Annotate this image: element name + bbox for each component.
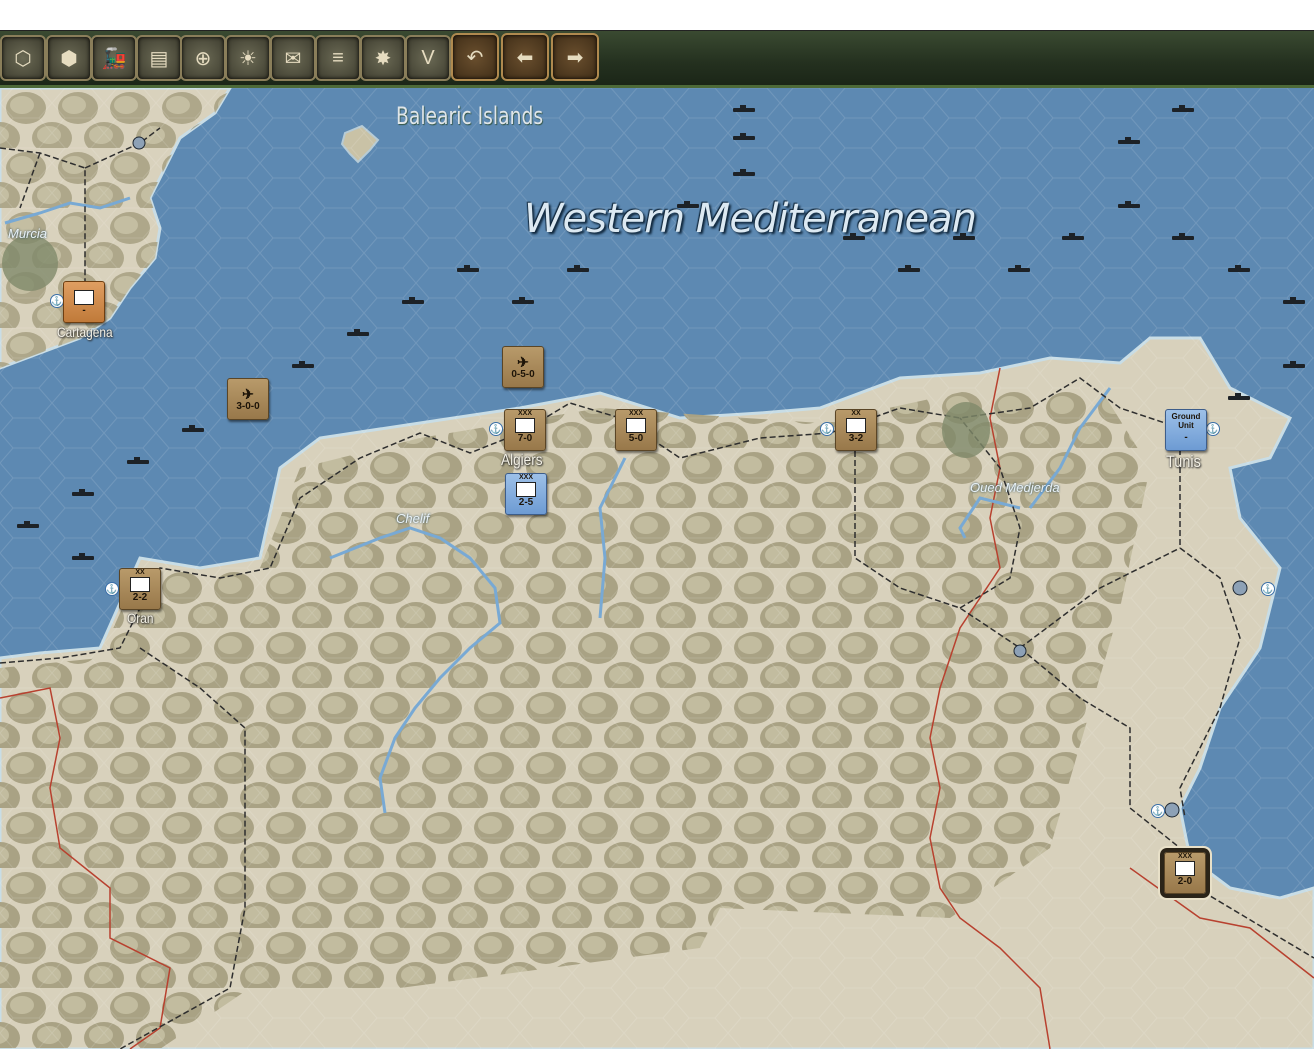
port-anchor-icon: ⚓ (1261, 582, 1275, 596)
ship-icon (1283, 361, 1305, 368)
unit-counter-bougie[interactable]: XX 3-2 (835, 409, 877, 451)
stack-button[interactable]: ≡ (315, 35, 361, 81)
port-anchor-icon: ⚓ (1206, 422, 1220, 436)
undo-icon: ↶ (466, 46, 484, 69)
ship-icon (1172, 233, 1194, 240)
unit-counter-tunis[interactable]: Ground Unit - (1165, 409, 1207, 451)
forest-patch (2, 235, 58, 291)
victory-v-icon: V (421, 46, 435, 69)
ship-icon (72, 489, 94, 496)
ship-icon (1283, 297, 1305, 304)
supply-button[interactable]: ▤ (136, 35, 182, 81)
unit-counter-east-algiers[interactable]: XXX 5-0 (615, 409, 657, 451)
infantry-symbol-icon (516, 482, 536, 497)
ship-icon (1172, 105, 1194, 112)
supply-stack-icon: ▤ (149, 47, 169, 70)
ship-icon (182, 425, 204, 432)
infantry-symbol-icon (626, 418, 646, 433)
ship-icon (733, 133, 755, 140)
game-map[interactable]: Balearic Islands Western Mediterranean M… (0, 88, 1314, 1049)
hexagon-icon: ⬡ (14, 47, 32, 70)
command-toolbar: ⬡ ⬢ 🚂 ▤ ⊕ ☀ ✉ ≡ ✸ V ↶ ⬅ ➡ (0, 31, 1314, 88)
city-label-tunis: Tunis (1166, 452, 1201, 471)
locomotive-icon: 🚂 (101, 47, 127, 70)
port-anchor-icon: ⚓ (820, 422, 834, 436)
aircraft-icon: ✈ (517, 354, 529, 370)
target-button[interactable]: ⊕ (180, 35, 226, 81)
window-title-bar (0, 0, 1314, 31)
river-label-chelif: Chelif (396, 511, 430, 526)
infantry-symbol-icon: ✉ (284, 47, 302, 70)
ship-icon (733, 105, 755, 112)
ship-icon (1118, 201, 1140, 208)
ship-icon (1008, 265, 1030, 272)
previous-button[interactable]: ⬅ (501, 33, 549, 81)
port-anchor-icon: ⚓ (489, 422, 503, 436)
ship-icon (347, 329, 369, 336)
ship-icon (127, 457, 149, 464)
sea-label: Western Mediterranean (524, 196, 977, 242)
port-anchor-icon: ⚓ (105, 582, 119, 596)
ship-icon (1228, 265, 1250, 272)
ship-icon (457, 265, 479, 272)
explosion-icon: ✸ (374, 47, 392, 70)
combat-button[interactable]: ✸ (360, 35, 406, 81)
port-anchor-icon: ⚓ (1151, 804, 1165, 818)
arrow-left-icon: ⬅ (516, 46, 534, 69)
crosshair-icon: ⊕ (194, 47, 212, 70)
city-label-cartagena: Cartagena (57, 324, 113, 340)
unit-display-button[interactable]: ✉ (270, 35, 316, 81)
sun-icon: ☀ (239, 47, 257, 70)
ship-icon (402, 297, 424, 304)
ship-icon (1062, 233, 1084, 240)
undo-button[interactable]: ↶ (451, 33, 499, 81)
infantry-symbol-icon (1175, 861, 1195, 876)
victory-button[interactable]: V (405, 35, 451, 81)
unit-counter-oran[interactable]: XX 2-2 (119, 568, 161, 610)
port-anchor-icon: ⚓ (50, 294, 64, 308)
ship-icon (733, 169, 755, 176)
hex-grid-button[interactable]: ⬢ (46, 35, 92, 81)
infantry-symbol-icon (130, 577, 150, 592)
ship-icon (72, 553, 94, 560)
infantry-symbol-icon (846, 418, 866, 433)
unit-counter-air[interactable]: ✈ 3-0-0 (227, 378, 269, 420)
infantry-symbol-icon (74, 290, 94, 305)
rail-junction (132, 136, 146, 150)
unit-counter-algiers-allied[interactable]: XXX 2-5 (505, 473, 547, 515)
aircraft-icon: ✈ (242, 386, 254, 402)
ship-icon (898, 265, 920, 272)
arrow-right-icon: ➡ (566, 46, 584, 69)
weather-button[interactable]: ☀ (225, 35, 271, 81)
unit-counter-air[interactable]: ✈ 0-5-0 (502, 346, 544, 388)
hex-cluster-icon: ⬢ (60, 47, 78, 70)
unit-counter-cartagena[interactable]: - (63, 281, 105, 323)
infantry-symbol-icon (515, 418, 535, 433)
ship-icon (1228, 393, 1250, 400)
river-label-oued-medjerda: Oued Medjerda (970, 480, 1060, 495)
unit-counter-selected[interactable]: XXX 2-0 (1164, 852, 1206, 894)
terrain-toggle-button[interactable]: ⬡ (0, 35, 46, 81)
next-button[interactable]: ➡ (551, 33, 599, 81)
ship-icon (17, 521, 39, 528)
city-label-oran: Oran (127, 610, 154, 626)
unit-counter-algiers[interactable]: XXX 7-0 (504, 409, 546, 451)
ship-icon (512, 297, 534, 304)
islands-label: Balearic Islands (396, 102, 544, 130)
railroad-button[interactable]: 🚂 (91, 35, 137, 81)
ship-icon (567, 265, 589, 272)
river-label-murcia: Murcia (8, 226, 48, 241)
ship-icon (292, 361, 314, 368)
ship-icon (1118, 137, 1140, 144)
city-label-algiers: Algiers (501, 452, 543, 469)
stack-lines-icon: ≡ (332, 46, 344, 69)
